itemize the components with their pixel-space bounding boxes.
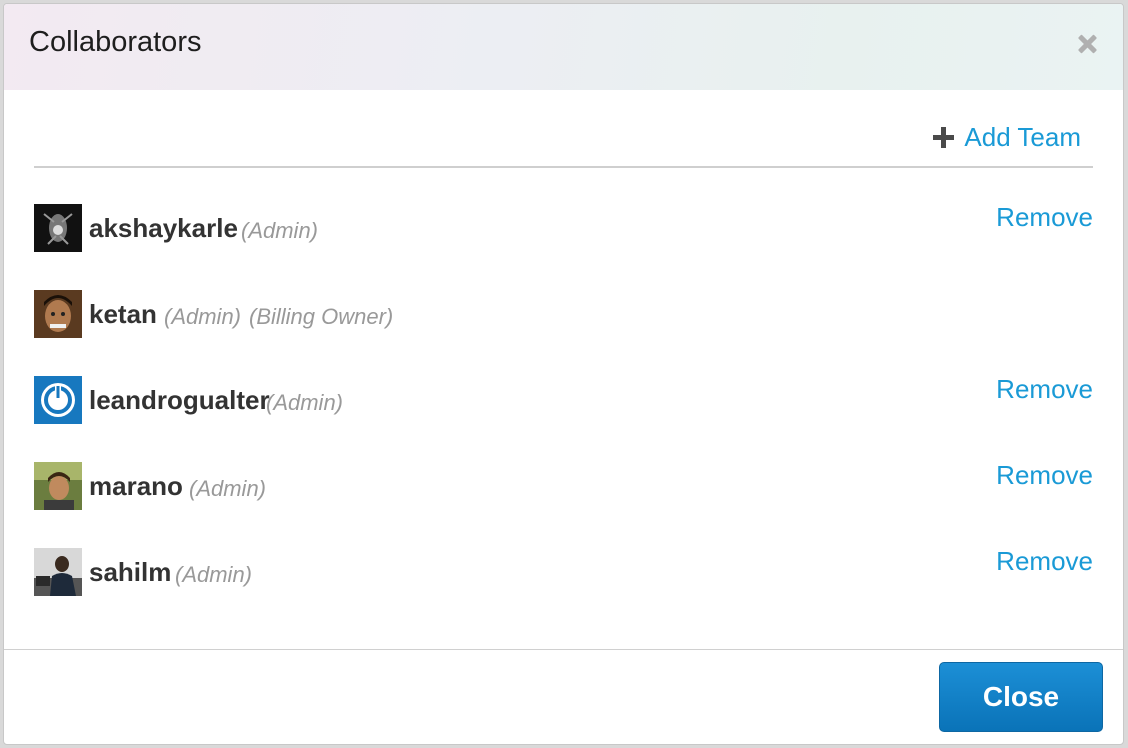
avatar xyxy=(34,462,82,510)
avatar xyxy=(34,204,82,252)
collaborator-username: marano xyxy=(89,471,183,501)
collaborator-list: akshaykarle (Admin) Remove ketan (Admin)… xyxy=(34,202,1093,634)
close-button[interactable]: Close xyxy=(939,662,1103,732)
collaborator-row: marano (Admin) Remove xyxy=(34,460,1093,548)
avatar xyxy=(34,376,82,424)
role-label: (Admin) xyxy=(164,304,242,329)
collaborator-row: akshaykarle (Admin) Remove xyxy=(34,202,1093,290)
collaborator-row: sahilm (Admin) Remove xyxy=(34,546,1093,634)
role-label: (Admin) xyxy=(266,390,344,415)
collaborator-row: leandrogualter (Admin) Remove xyxy=(34,374,1093,462)
plus-icon xyxy=(933,127,955,148)
divider xyxy=(34,166,1093,168)
dialog-header: Collaborators xyxy=(4,4,1123,90)
add-team-label: Add Team xyxy=(964,122,1081,152)
remove-link[interactable]: Remove xyxy=(996,202,1093,233)
collaborator-username: leandrogualter xyxy=(89,385,270,415)
role-label: (Admin) xyxy=(175,562,253,587)
collaborator-row: ketan (Admin) (Billing Owner) xyxy=(34,290,1093,376)
role-label: (Billing Owner) xyxy=(249,304,394,329)
remove-link[interactable]: Remove xyxy=(996,546,1093,577)
collaborators-dialog: Collaborators Add Team akshaykarle (Admi… xyxy=(3,3,1124,745)
avatar xyxy=(34,548,82,596)
collaborator-username: sahilm xyxy=(89,557,172,587)
remove-link[interactable]: Remove xyxy=(996,374,1093,405)
dialog-title: Collaborators xyxy=(29,26,202,58)
role-label: (Admin) xyxy=(241,218,319,243)
remove-link[interactable]: Remove xyxy=(996,460,1093,491)
footer-divider xyxy=(4,649,1123,650)
avatar xyxy=(34,290,82,338)
add-team-button[interactable]: Add Team xyxy=(933,122,1081,153)
collaborator-username: ketan xyxy=(89,299,157,329)
role-label: (Admin) xyxy=(189,476,267,501)
close-icon[interactable] xyxy=(1075,32,1101,58)
collaborator-username: akshaykarle xyxy=(89,213,238,243)
